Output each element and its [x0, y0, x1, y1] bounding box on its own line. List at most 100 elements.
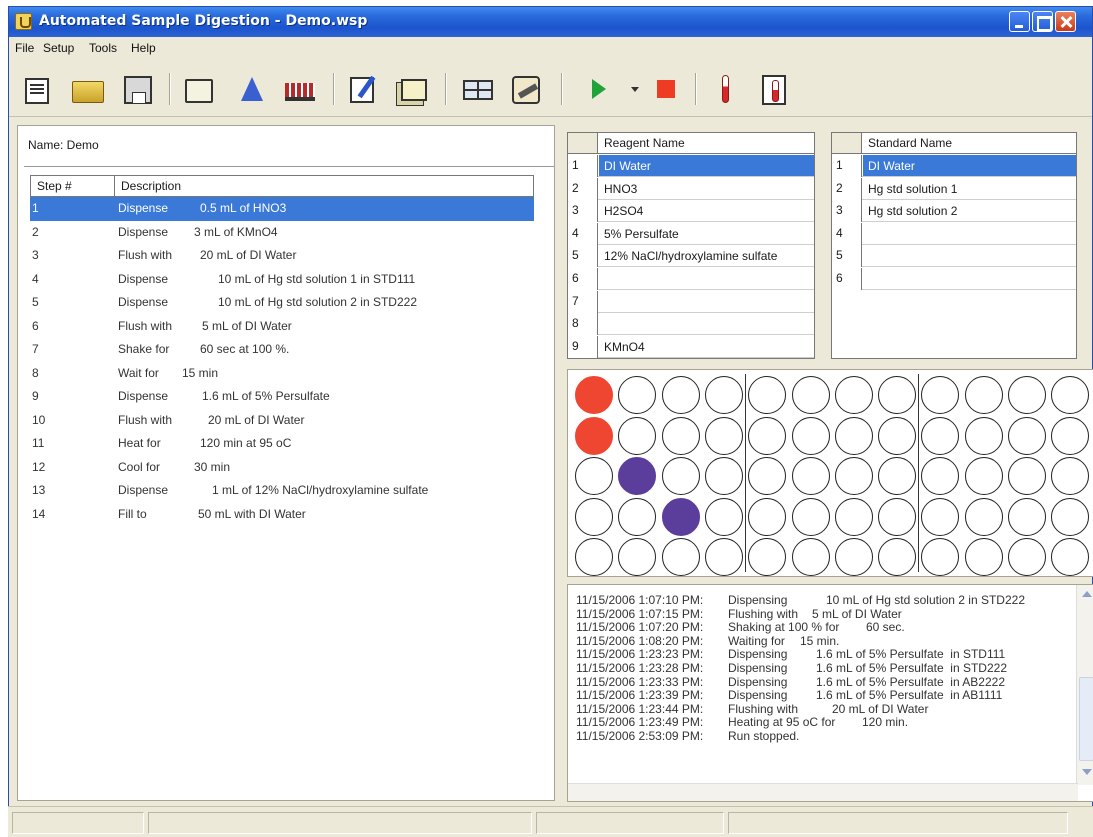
- scroll-down-icon[interactable]: [1082, 769, 1092, 775]
- plate-well[interactable]: [704, 538, 743, 576]
- plate-well[interactable]: [1051, 376, 1090, 414]
- header-reagent-name[interactable]: Reagent Name: [604, 136, 685, 150]
- menu-tools[interactable]: Tools: [89, 41, 117, 55]
- step-row[interactable]: 8 Wait for 15 min: [30, 362, 534, 386]
- reagents-name-cell[interactable]: DI Water: [604, 159, 651, 173]
- plate-well[interactable]: [878, 376, 917, 414]
- standards-row[interactable]: 1 DI Water: [832, 155, 1076, 177]
- reagents-name-cell[interactable]: 12% NaCl/hydroxylamine sulfate: [604, 249, 777, 263]
- plate-well[interactable]: [618, 376, 657, 414]
- cards-button[interactable]: [397, 73, 431, 105]
- plate-well[interactable]: [1051, 538, 1090, 576]
- reagents-row[interactable]: 2 HNO3: [568, 177, 814, 200]
- plate-well[interactable]: [575, 497, 613, 536]
- standards-name-cell[interactable]: Hg std solution 2: [868, 204, 957, 218]
- plate-well[interactable]: [704, 376, 743, 414]
- plate-well[interactable]: [791, 538, 830, 576]
- step-row[interactable]: 10 Flush with 20 mL of DI Water: [30, 409, 534, 433]
- plate-well[interactable]: [704, 416, 743, 455]
- plate-well[interactable]: [575, 416, 613, 455]
- reagents-row[interactable]: 9 KMnO4: [568, 335, 814, 358]
- plate-well[interactable]: [748, 457, 787, 495]
- close-button[interactable]: [1055, 11, 1076, 32]
- step-row[interactable]: 14 Fill to 50 mL with DI Water: [30, 503, 534, 527]
- plate-well[interactable]: [878, 538, 917, 576]
- plate-well[interactable]: [964, 416, 1003, 455]
- step-row[interactable]: 4 Dispense 10 mL of Hg std solution 1 in S…: [30, 268, 534, 292]
- menu-file[interactable]: File: [15, 41, 34, 55]
- step-row[interactable]: 11 Heat for 120 min at 95 oC: [30, 432, 534, 456]
- stop-button[interactable]: [649, 73, 683, 105]
- plate-well[interactable]: [964, 538, 1003, 576]
- plate-well[interactable]: [618, 538, 657, 576]
- menu-setup[interactable]: Setup: [43, 41, 74, 55]
- plate-well[interactable]: [921, 376, 960, 414]
- plate-well[interactable]: [575, 376, 613, 414]
- reagents-button[interactable]: [235, 73, 269, 105]
- header-description[interactable]: Description: [115, 176, 187, 196]
- reagents-row[interactable]: 1 DI Water: [568, 155, 814, 177]
- tools-button[interactable]: [509, 73, 543, 105]
- reagents-name-cell[interactable]: H2SO4: [604, 204, 643, 218]
- plate-well[interactable]: [964, 457, 1003, 495]
- standards-row[interactable]: 6: [832, 268, 1076, 290]
- plate-well[interactable]: [1008, 457, 1046, 495]
- plate-well[interactable]: [834, 497, 873, 536]
- plate-well[interactable]: [661, 538, 700, 576]
- plate-well[interactable]: [921, 538, 960, 576]
- maximize-button[interactable]: [1032, 11, 1053, 32]
- step-row[interactable]: 9 Dispense 1.6 mL of 5% Persulfate: [30, 385, 534, 409]
- step-row[interactable]: 1 Dispense 0.5 mL of HNO3: [30, 197, 534, 221]
- edit-method-button[interactable]: [347, 73, 381, 105]
- plate-well[interactable]: [1051, 457, 1090, 495]
- plate-well[interactable]: [1008, 416, 1046, 455]
- reagents-row[interactable]: 4 5% Persulfate: [568, 222, 814, 245]
- run-button[interactable]: [583, 73, 617, 105]
- plate-well[interactable]: [661, 497, 700, 536]
- plate-well[interactable]: [964, 376, 1003, 414]
- header-standard-name[interactable]: Standard Name: [868, 136, 952, 150]
- log-vertical-scrollbar[interactable]: [1076, 585, 1093, 785]
- reagents-row[interactable]: 6: [568, 268, 814, 290]
- menu-help[interactable]: Help: [131, 41, 156, 55]
- plate-well[interactable]: [748, 416, 787, 455]
- plate-well[interactable]: [661, 416, 700, 455]
- plate-well[interactable]: [791, 376, 830, 414]
- plate-well[interactable]: [748, 376, 787, 414]
- step-row[interactable]: 7 Shake for 60 sec at 100 %.: [30, 338, 534, 362]
- open-button[interactable]: [71, 73, 105, 105]
- plate-well[interactable]: [1051, 497, 1090, 536]
- plate-well[interactable]: [618, 416, 657, 455]
- plate-well[interactable]: [661, 457, 700, 495]
- plate-well[interactable]: [1008, 497, 1046, 536]
- plate-well[interactable]: [964, 497, 1003, 536]
- step-row[interactable]: 3 Flush with 20 mL of DI Water: [30, 244, 534, 268]
- plate-well[interactable]: [575, 457, 613, 495]
- step-row[interactable]: 5 Dispense 10 mL of Hg std solution 2 in S…: [30, 291, 534, 315]
- standards-row[interactable]: 2 Hg std solution 1: [832, 177, 1076, 200]
- step-row[interactable]: 6 Flush with 5 mL of DI Water: [30, 315, 534, 339]
- plate-well[interactable]: [1051, 416, 1090, 455]
- save-button[interactable]: [121, 73, 155, 105]
- step-row[interactable]: 12 Cool for 30 min: [30, 456, 534, 480]
- standards-row[interactable]: 5: [832, 245, 1076, 268]
- plate-well[interactable]: [921, 457, 960, 495]
- temperature-button[interactable]: [709, 73, 743, 105]
- plate-well[interactable]: [834, 416, 873, 455]
- layout-button[interactable]: [461, 73, 495, 105]
- title-bar[interactable]: Automated Sample Digestion - Demo.wsp: [9, 7, 1092, 37]
- scroll-up-icon[interactable]: [1082, 591, 1092, 597]
- plate-well[interactable]: [791, 497, 830, 536]
- standards-row[interactable]: 4: [832, 222, 1076, 245]
- log-horizontal-scrollbar[interactable]: [568, 783, 1078, 801]
- plate-well[interactable]: [618, 457, 657, 495]
- standards-name-cell[interactable]: DI Water: [868, 159, 915, 173]
- plate-well[interactable]: [704, 497, 743, 536]
- plate-well[interactable]: [878, 497, 917, 536]
- reagents-row[interactable]: 5 12% NaCl/hydroxylamine sulfate: [568, 245, 814, 268]
- plate-well[interactable]: [921, 497, 960, 536]
- run-dropdown-button[interactable]: [617, 73, 639, 105]
- reagents-name-cell[interactable]: 5% Persulfate: [604, 227, 679, 241]
- plate-well[interactable]: [618, 497, 657, 536]
- plate-well[interactable]: [791, 457, 830, 495]
